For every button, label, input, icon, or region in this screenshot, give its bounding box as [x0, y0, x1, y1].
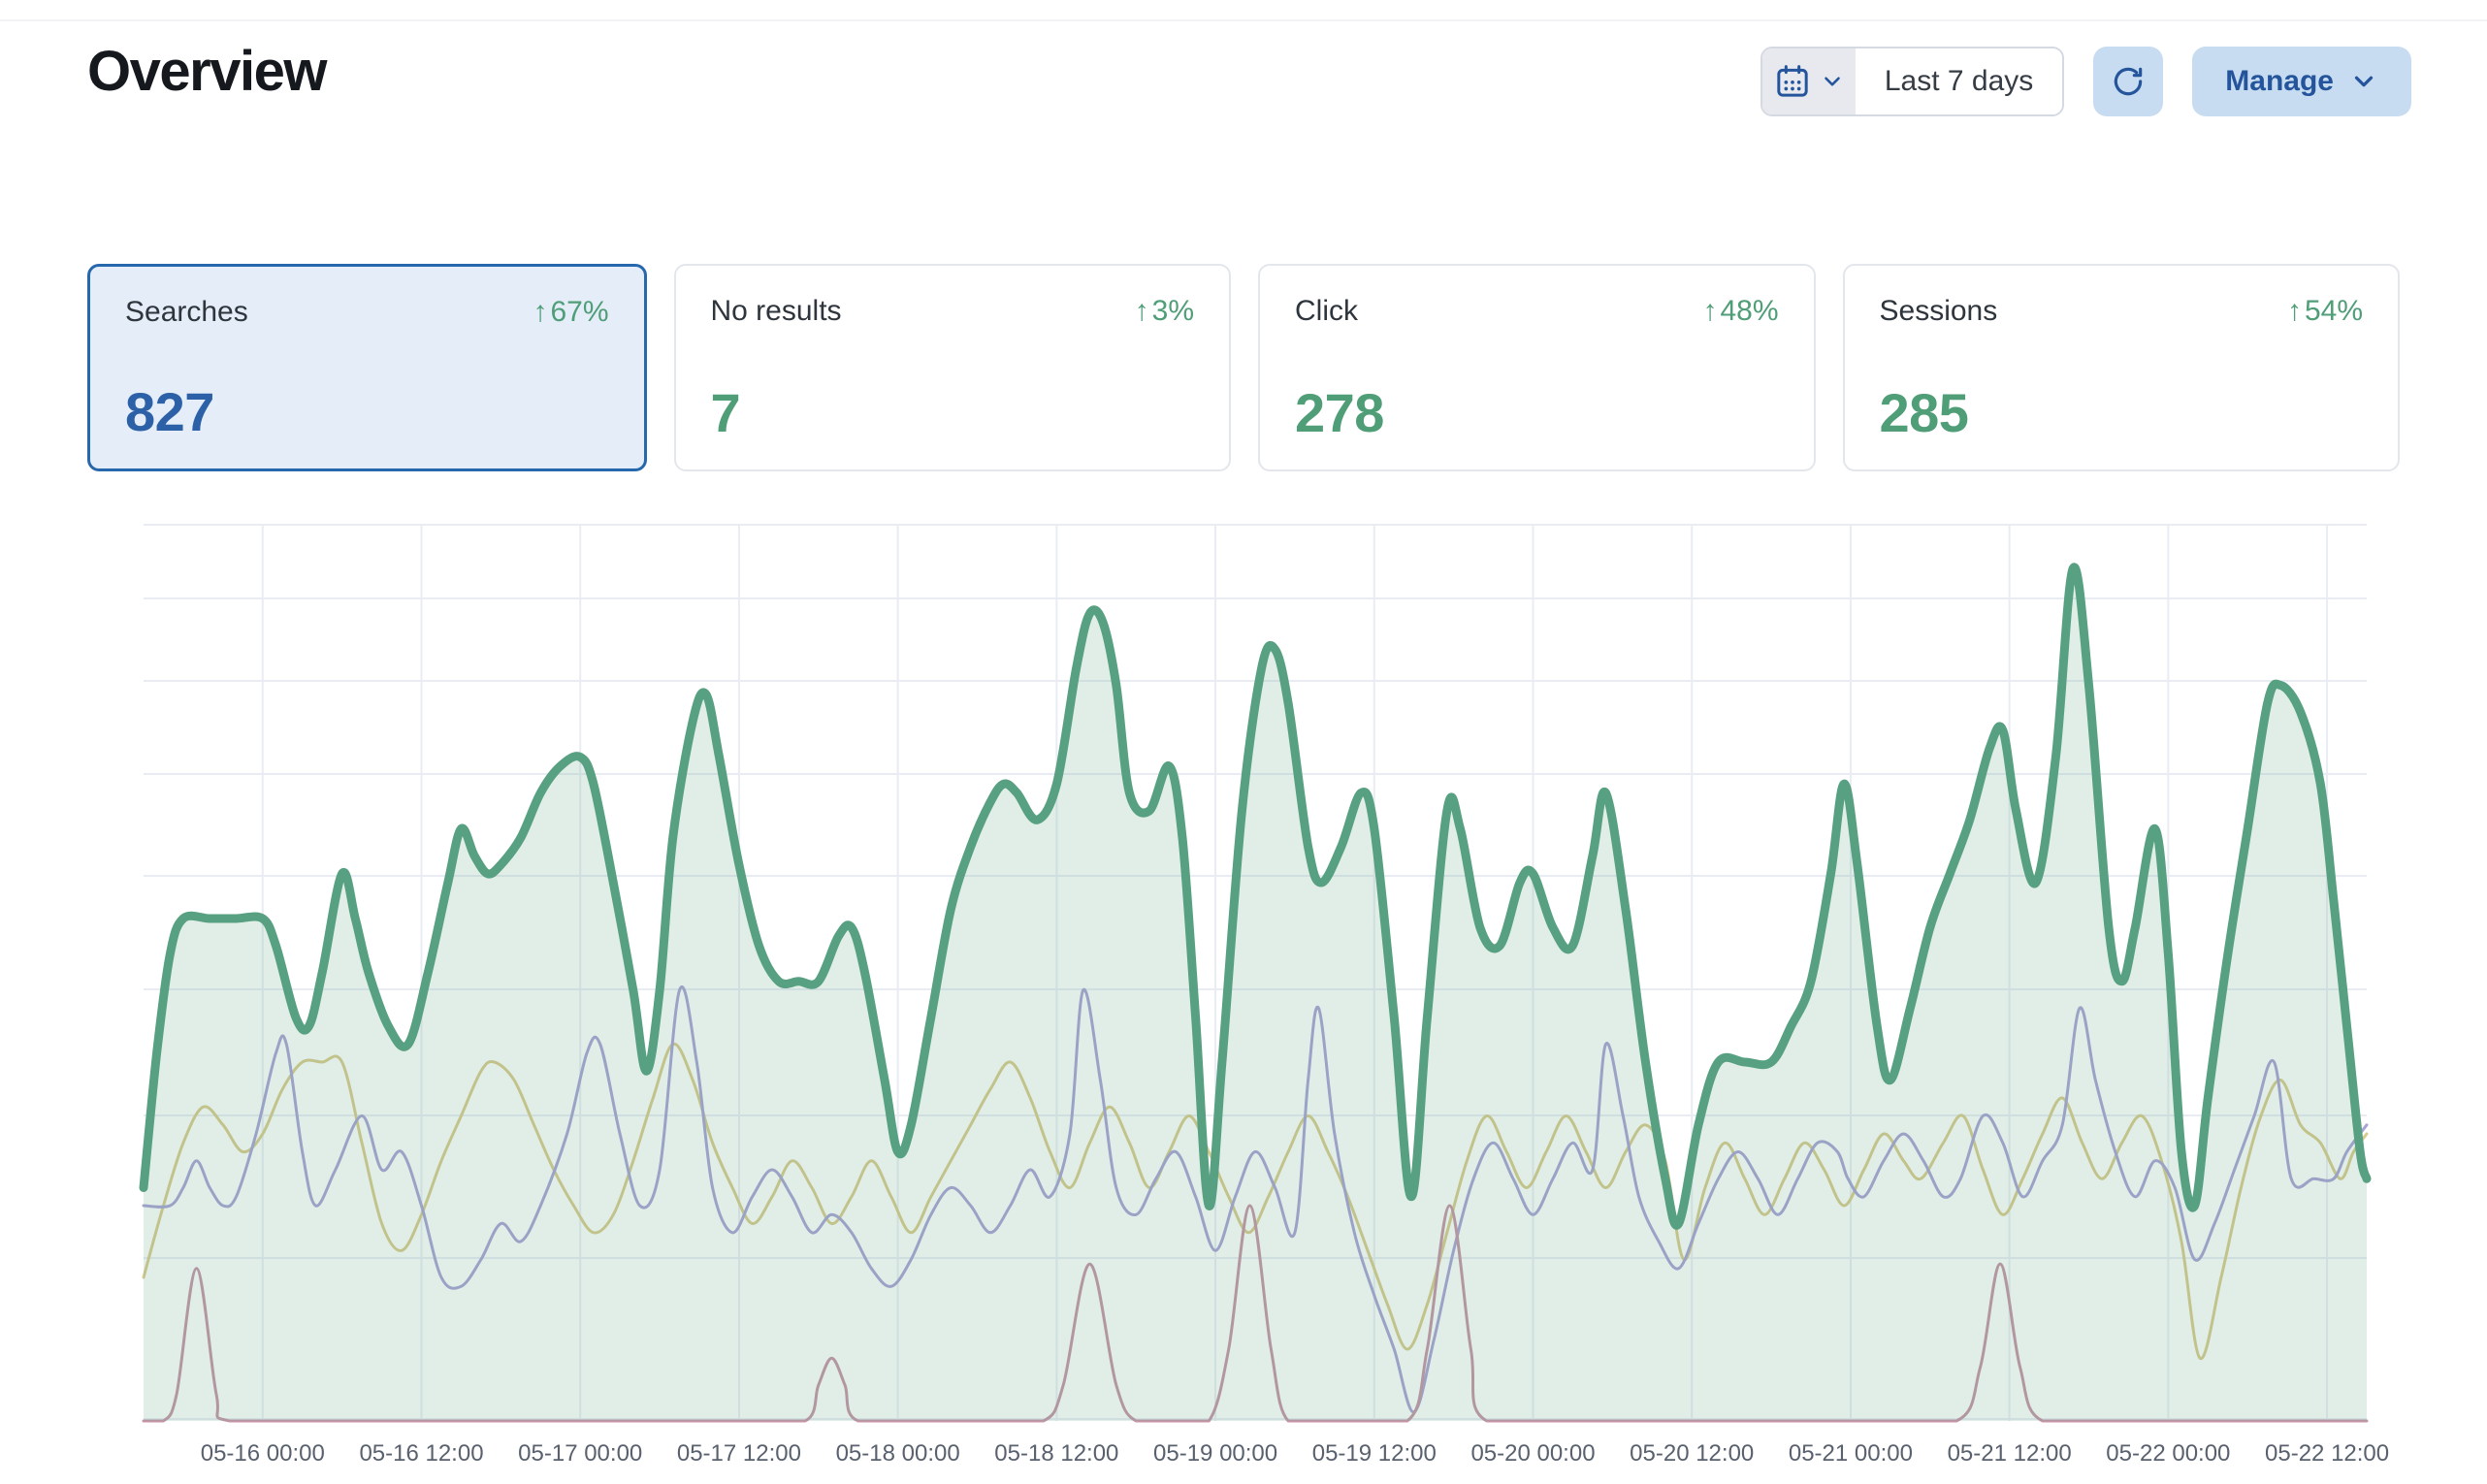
stat-cards-row: Searches ↑67% 827 No results ↑3% 7 Click… [87, 264, 2400, 471]
x-axis-label: 05-22 00:00 [2106, 1440, 2230, 1467]
x-axis-label: 05-21 12:00 [1948, 1440, 2072, 1467]
stat-card-label: Click [1295, 295, 1358, 328]
x-axis-label: 05-19 12:00 [1312, 1440, 1437, 1467]
x-axis-label: 05-17 00:00 [518, 1440, 642, 1467]
arrow-up-icon: ↑ [1135, 295, 1149, 328]
stat-card-value: 285 [1880, 381, 1969, 444]
stat-card-value: 827 [125, 380, 214, 443]
x-axis-label: 05-18 12:00 [994, 1440, 1118, 1467]
x-axis-label: 05-16 00:00 [201, 1440, 325, 1467]
stat-card-value: 7 [711, 381, 741, 444]
x-axis-label: 05-22 12:00 [2265, 1440, 2389, 1467]
x-axis-label: 05-20 12:00 [1630, 1440, 1754, 1467]
chevron-down-icon [1820, 69, 1845, 94]
overview-chart: 05-16 00:00 05-16 12:00 05-17 00:00 05-17 1… [0, 485, 2487, 1484]
x-axis-label: 05-21 00:00 [1789, 1440, 1913, 1467]
stat-card-sessions[interactable]: Sessions ↑54% 285 [1843, 264, 2401, 471]
toolbar: Last 7 days Manage [1760, 47, 2411, 116]
stat-card-value: 278 [1295, 381, 1384, 444]
arrow-up-icon: ↑ [1702, 295, 1717, 328]
arrow-up-icon: ↑ [2287, 295, 2302, 328]
x-axis-label: 05-18 00:00 [836, 1440, 960, 1467]
x-axis-label: 05-20 00:00 [1470, 1440, 1595, 1467]
x-axis-label: 05-16 12:00 [359, 1440, 483, 1467]
date-range-value[interactable]: Last 7 days [1856, 48, 2062, 114]
stat-card-delta: ↑3% [1135, 295, 1194, 328]
stat-card-label: Searches [125, 296, 248, 329]
refresh-icon [2110, 63, 2147, 100]
stat-card-label: Sessions [1880, 295, 1998, 328]
x-axis-label: 05-19 00:00 [1153, 1440, 1277, 1467]
x-axis-label: 05-17 12:00 [677, 1440, 801, 1467]
stat-card-no-results[interactable]: No results ↑3% 7 [674, 264, 1232, 471]
arrow-up-icon: ↑ [533, 296, 547, 329]
date-picker-button[interactable] [1762, 48, 1856, 114]
chevron-down-icon [2349, 67, 2378, 96]
refresh-button[interactable] [2093, 47, 2163, 116]
date-range-control[interactable]: Last 7 days [1760, 47, 2064, 116]
page-title: Overview [87, 39, 326, 104]
stat-card-label: No results [711, 295, 842, 328]
stat-card-delta: ↑48% [1702, 295, 1778, 328]
calendar-icon [1773, 62, 1812, 101]
manage-button[interactable]: Manage [2192, 47, 2411, 116]
stat-card-searches[interactable]: Searches ↑67% 827 [87, 264, 647, 471]
stat-card-delta: ↑54% [2287, 295, 2363, 328]
stat-card-click[interactable]: Click ↑48% 278 [1258, 264, 1816, 471]
top-divider [0, 19, 2487, 21]
manage-button-label: Manage [2225, 65, 2334, 98]
stat-card-delta: ↑67% [533, 296, 608, 329]
